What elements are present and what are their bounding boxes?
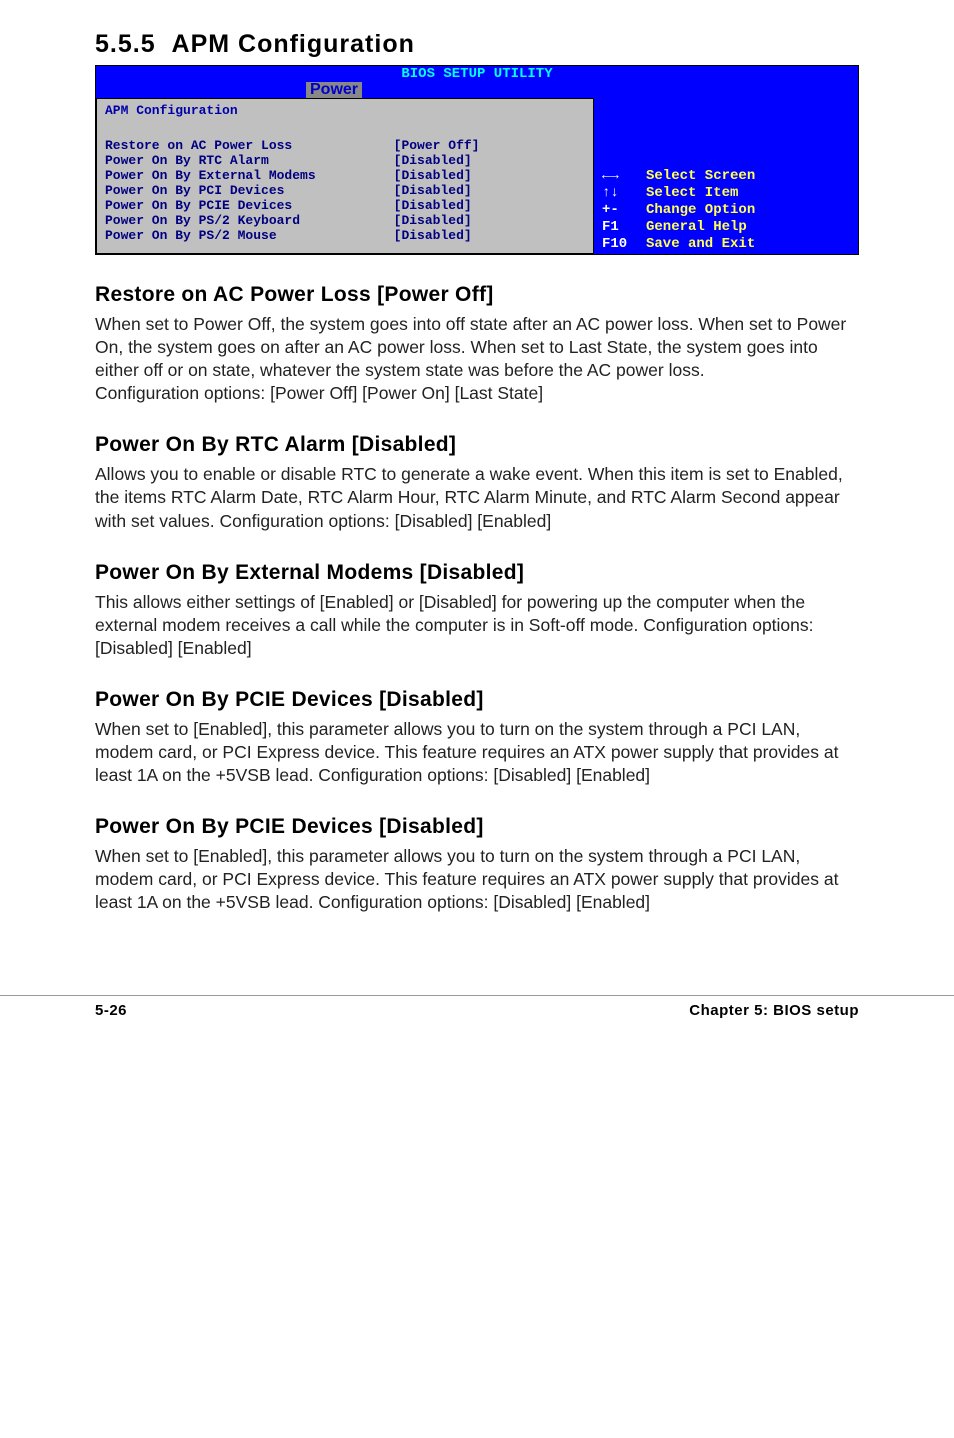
legend-key: F10 [602,237,644,252]
subsection-heading: Power On By RTC Alarm [Disabled] [95,433,859,457]
bios-item-value: [Disabled] [394,168,480,183]
subsection-heading: Power On By PCIE Devices [Disabled] [95,688,859,712]
bios-item-label: Power On By External Modems [105,168,316,183]
legend-val: Select Item [646,186,755,201]
subsection-body: This allows either settings of [Enabled]… [95,591,859,660]
bios-item-label: Power On By RTC Alarm [105,153,316,168]
bios-item-value: [Power Off] [394,138,480,153]
subsection-heading: Power On By PCIE Devices [Disabled] [95,815,859,839]
bios-panel-title: APM Configuration [105,103,585,118]
subsection-heading: Restore on AC Power Loss [Power Off] [95,283,859,307]
bios-item-label: Power On By PS/2 Mouse [105,228,316,243]
subsection-body: Allows you to enable or disable RTC to g… [95,463,859,532]
bios-row: Restore on AC Power Loss [Power Off] [105,138,479,153]
footer-chapter: Chapter 5: BIOS setup [689,1002,859,1019]
bios-row: Power On By PCIE Devices [Disabled] [105,198,479,213]
bios-item-label: Power On By PCIE Devices [105,198,316,213]
subsection-body: When set to [Enabled], this parameter al… [95,845,859,914]
bios-title: BIOS SETUP UTILITY [96,66,858,82]
section-heading: 5.5.5 APM Configuration [95,30,859,59]
legend-val: Change Option [646,203,755,218]
subsection-body: When set to [Enabled], this parameter al… [95,718,859,787]
bios-row: Power On By PCI Devices [Disabled] [105,183,479,198]
page-footer: 5-26 Chapter 5: BIOS setup [0,995,954,1043]
bios-item-value: [Disabled] [394,183,480,198]
legend-row: F10Save and Exit [602,237,755,252]
legend-row: ↑↓Select Item [602,186,755,201]
bios-row: Power On By External Modems [Disabled] [105,168,479,183]
legend-row: ←→Select Screen [602,169,755,184]
bios-screenshot: BIOS SETUP UTILITY Power APM Configurati… [95,65,859,255]
subsection-body: When set to Power Off, the system goes i… [95,313,859,405]
bios-row: Power On By PS/2 Keyboard [Disabled] [105,213,479,228]
bios-row: Power On By RTC Alarm [Disabled] [105,153,479,168]
legend-row: +-Change Option [602,203,755,218]
bios-row: Power On By PS/2 Mouse [Disabled] [105,228,479,243]
section-number: 5.5.5 [95,30,156,58]
legend-val: General Help [646,220,755,235]
bios-item-value: [Disabled] [394,213,480,228]
bios-item-label: Power On By PS/2 Keyboard [105,213,316,228]
subsection-heading: Power On By External Modems [Disabled] [95,561,859,585]
legend-row: F1General Help [602,220,755,235]
legend-key: +- [602,203,644,218]
bios-tab-power: Power [306,82,362,98]
bios-settings-table: Restore on AC Power Loss [Power Off] Pow… [105,138,479,243]
footer-page-number: 5-26 [95,1002,127,1019]
legend-val: Save and Exit [646,237,755,252]
bios-item-label: Restore on AC Power Loss [105,138,316,153]
bios-item-label: Power On By PCI Devices [105,183,316,198]
bios-item-value: [Disabled] [394,228,480,243]
bios-item-value: [Disabled] [394,153,480,168]
bios-left-panel: APM Configuration Restore on AC Power Lo… [96,98,594,254]
bios-right-panel: ←→Select Screen ↑↓Select Item +-Change O… [594,98,858,254]
bios-legend: ←→Select Screen ↑↓Select Item +-Change O… [600,167,757,254]
section-title: APM Configuration [172,30,415,58]
legend-key: ↑↓ [602,186,644,201]
bios-tab-row: Power [96,82,858,98]
bios-item-value: [Disabled] [394,198,480,213]
legend-key: F1 [602,220,644,235]
legend-val: Select Screen [646,169,755,184]
legend-key: ←→ [602,169,644,184]
